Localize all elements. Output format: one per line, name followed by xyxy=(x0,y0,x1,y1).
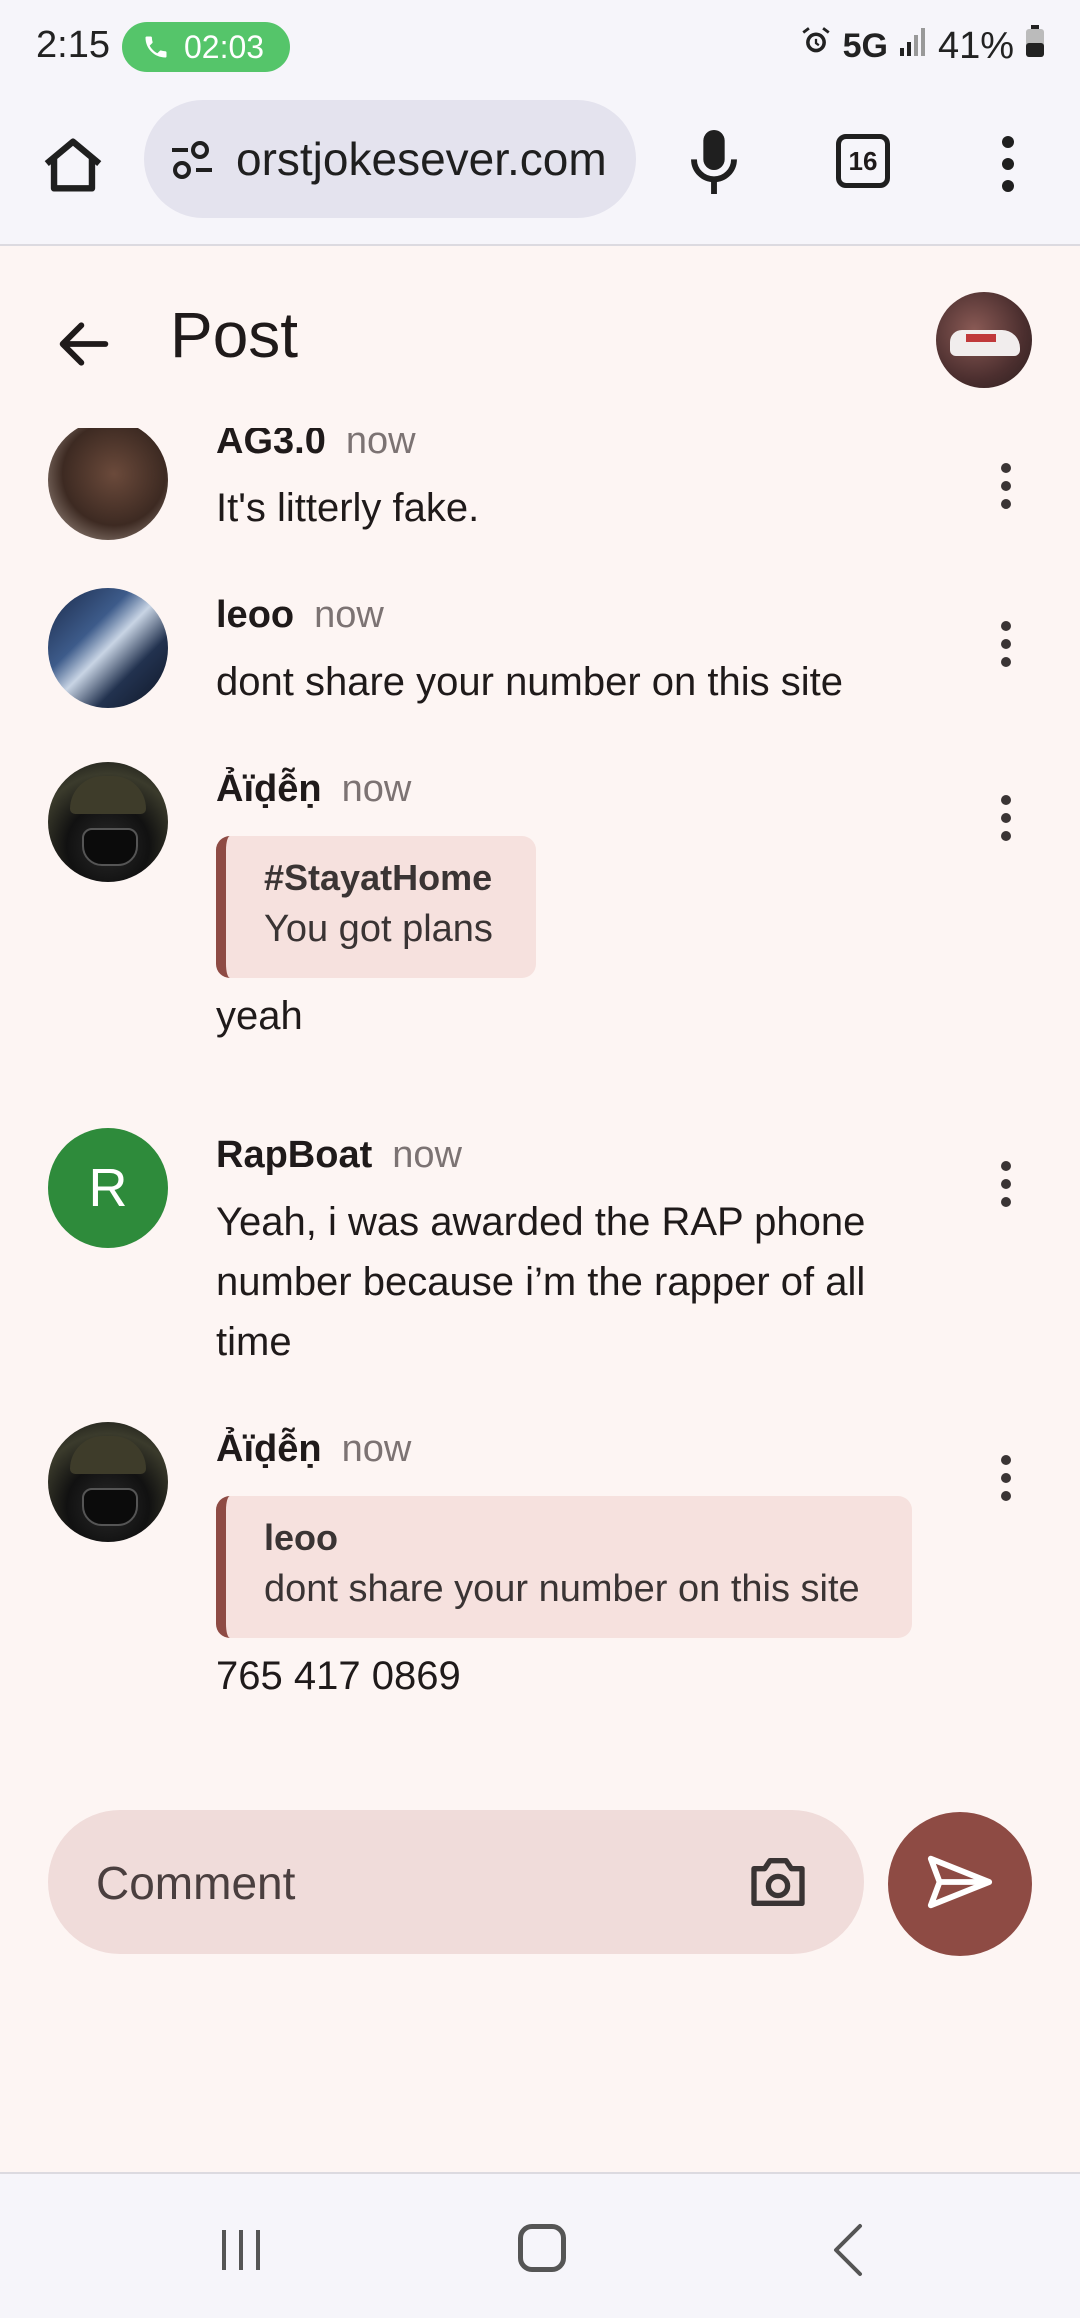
comment-author[interactable]: leoo xyxy=(216,594,294,636)
comment-header: RapBoat now xyxy=(216,1134,462,1177)
network-type: 5G xyxy=(842,26,888,65)
status-bar: 2:15 02:03 5G 41% xyxy=(0,0,1080,96)
recents-icon[interactable] xyxy=(218,2226,264,2274)
comment-list[interactable]: AG3.0 now It's litterly fake. leoo now don… xyxy=(0,428,1080,1776)
battery-percent: 41% xyxy=(937,24,1014,67)
comment-author[interactable]: RapBoat xyxy=(216,1134,372,1176)
quote-author: leoo xyxy=(264,1517,339,1558)
quoted-comment[interactable]: #StayatHome You got plans xyxy=(216,836,536,978)
mic-icon[interactable] xyxy=(682,124,746,200)
user-avatar[interactable] xyxy=(936,292,1032,388)
comment-time: now xyxy=(341,768,412,810)
more-vert-icon[interactable] xyxy=(982,786,1030,850)
phone-icon xyxy=(142,33,170,61)
comment-time: now xyxy=(392,1134,462,1176)
avatar[interactable] xyxy=(48,762,168,882)
tab-switcher-button[interactable]: 16 xyxy=(836,134,890,188)
comment-header: Ảïḍễṇ now xyxy=(216,1428,411,1471)
system-nav-bar xyxy=(0,2172,1080,2318)
back-arrow-icon[interactable] xyxy=(52,312,116,376)
comment-header: AG3.0 now xyxy=(216,428,416,463)
quote-text: dont share your number on this site xyxy=(264,1568,860,1610)
battery-icon xyxy=(1024,24,1046,68)
signal-icon xyxy=(898,25,928,68)
more-vert-icon[interactable] xyxy=(982,1152,1030,1216)
comment-text: Yeah, i was awarded the RAP phone number… xyxy=(216,1200,866,1364)
more-vert-icon[interactable] xyxy=(982,454,1030,518)
quoted-comment[interactable]: leoo dont share your number on this site xyxy=(216,1496,912,1638)
status-icons: 5G 41% xyxy=(799,24,1046,68)
home-icon[interactable] xyxy=(38,130,108,200)
comment-author[interactable]: Ảïḍễṇ xyxy=(216,768,322,810)
comment-input[interactable]: Comment xyxy=(48,1810,864,1954)
quote-text: You got plans xyxy=(264,908,493,950)
alarm-icon xyxy=(799,24,833,68)
comment-time: now xyxy=(345,428,416,462)
comment-header: Ảïḍễṇ now xyxy=(216,768,411,811)
more-vert-icon[interactable] xyxy=(986,132,1030,196)
url-text: orstjokesever.com xyxy=(236,133,607,185)
comment-text: It's litterly fake. xyxy=(216,486,480,530)
send-icon xyxy=(925,1852,995,1917)
comment-time: now xyxy=(341,1428,412,1470)
avatar[interactable] xyxy=(48,1422,168,1542)
comment-text: dont share your number on this site xyxy=(216,660,844,704)
app-header: Post xyxy=(0,246,1080,428)
comment-placeholder: Comment xyxy=(96,1857,296,1909)
comment-text: 765 417 0869 xyxy=(216,1654,461,1698)
more-vert-icon[interactable] xyxy=(982,1446,1030,1510)
status-time: 2:15 xyxy=(36,24,110,66)
address-bar[interactable]: orstjokesever.com xyxy=(144,100,636,218)
page-title: Post xyxy=(170,299,299,371)
comment-author[interactable]: AG3.0 xyxy=(216,428,326,462)
more-vert-icon[interactable] xyxy=(982,612,1030,676)
nav-home-icon[interactable] xyxy=(518,2224,566,2272)
comment-author[interactable]: Ảïḍễṇ xyxy=(216,1428,322,1470)
comment-text: yeah xyxy=(216,994,303,1038)
comment-header: leoo now xyxy=(216,594,384,637)
nav-back-icon[interactable] xyxy=(828,2222,868,2278)
ongoing-call-pill[interactable]: 02:03 xyxy=(122,22,290,72)
avatar[interactable]: R xyxy=(48,1128,168,1248)
tune-icon[interactable] xyxy=(168,140,216,185)
avatar[interactable] xyxy=(48,588,168,708)
quote-author: #StayatHome xyxy=(264,857,493,898)
send-button[interactable] xyxy=(888,1812,1032,1956)
camera-icon[interactable] xyxy=(746,1852,810,1912)
browser-toolbar: orstjokesever.com 16 xyxy=(0,96,1080,246)
comment-time: now xyxy=(314,594,384,636)
call-timer: 02:03 xyxy=(184,28,265,65)
avatar[interactable] xyxy=(48,428,168,540)
